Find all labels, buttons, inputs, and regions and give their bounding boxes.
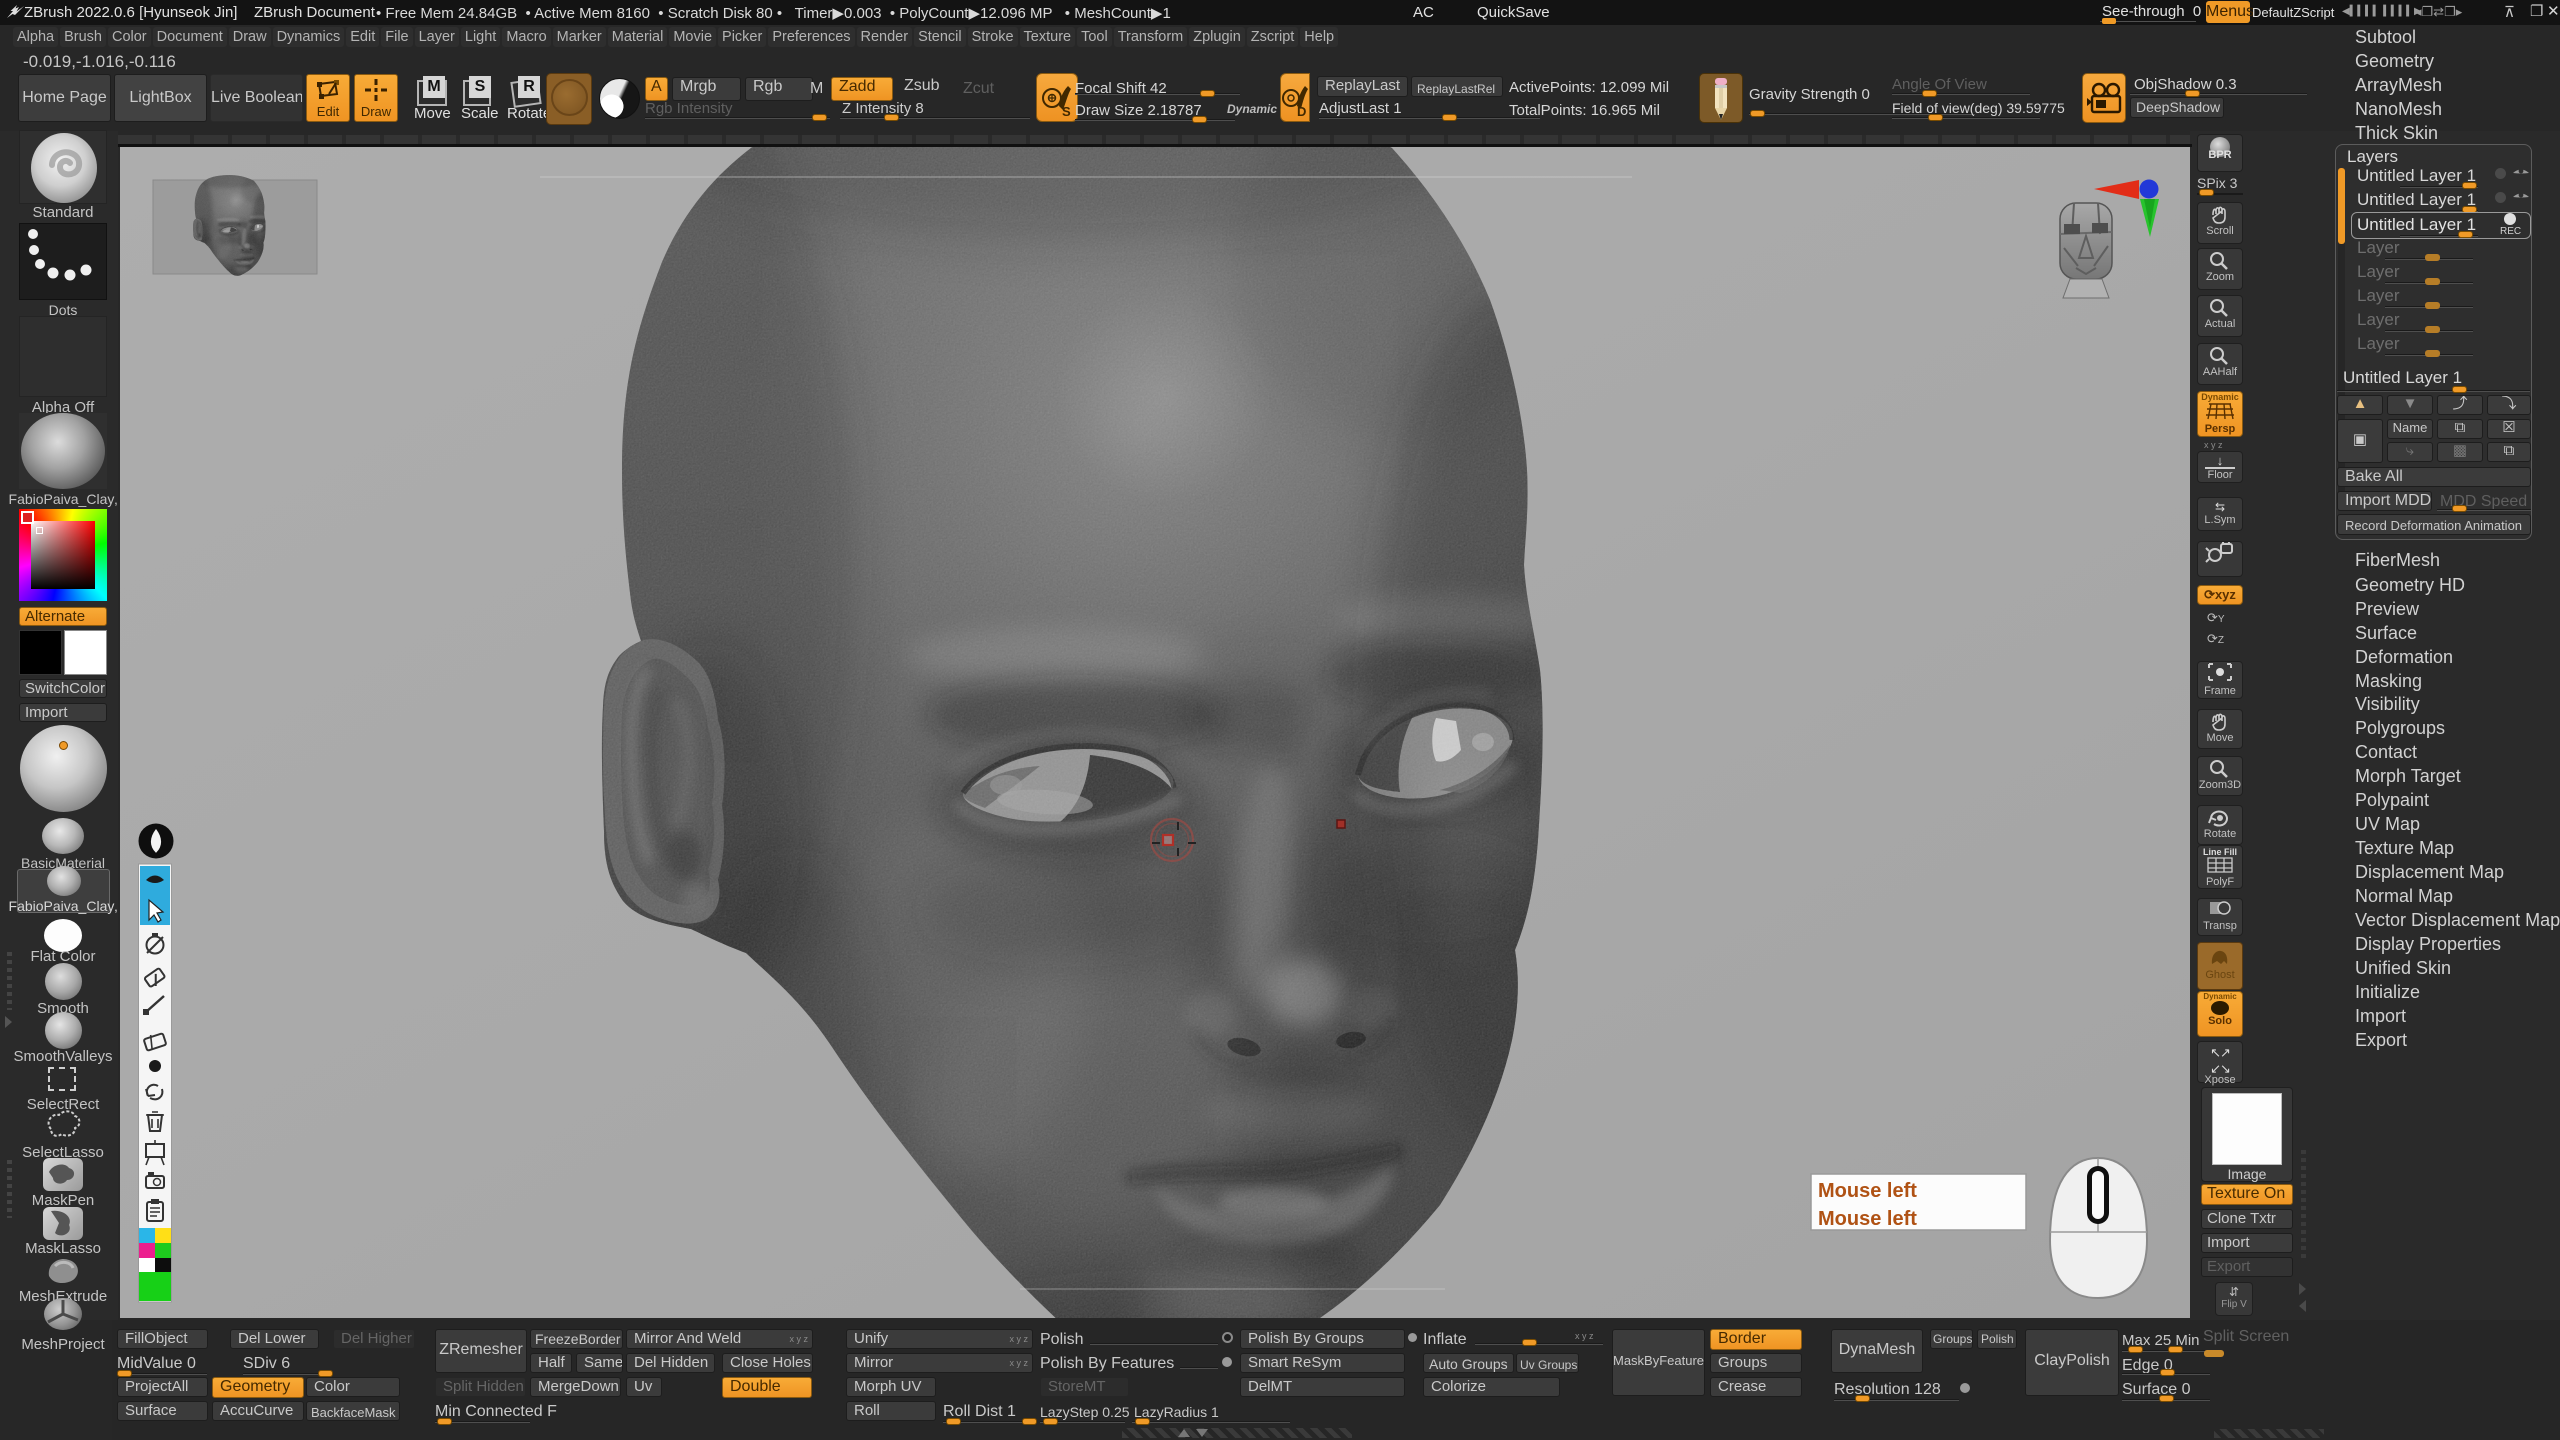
- svg-text:D: D: [1297, 104, 1306, 118]
- svg-text:S: S: [1062, 104, 1071, 118]
- svg-text:Mouse left: Mouse left: [1818, 1208, 1917, 1230]
- svg-text:Mouse left: Mouse left: [1818, 1180, 1917, 1202]
